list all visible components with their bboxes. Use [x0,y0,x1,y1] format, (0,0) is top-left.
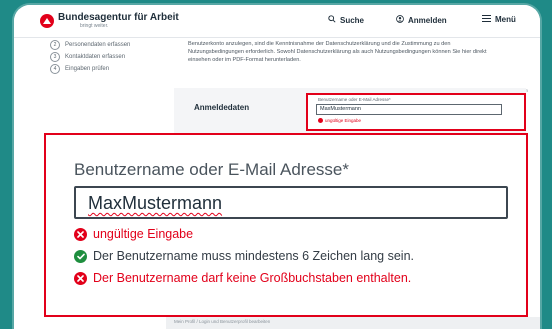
error-x-icon [74,227,87,241]
brand-claim: bringt weiter. [80,23,109,29]
check-icon [74,249,87,263]
error-icon [318,118,323,123]
top-navigation-bar: Bundesagentur für Arbeit bringt weiter. … [14,5,540,38]
username-input-small[interactable]: MaxMustermann [316,104,502,115]
step-review[interactable]: 4 Eingaben prüfen [50,63,130,74]
validation-message-invalid: ungültige Eingabe [74,227,193,241]
menu-button[interactable]: Menü [482,15,516,24]
step-label: Eingaben prüfen [65,65,110,72]
footer-text: Mein Profil / Login und Benutzerprofil b… [174,319,271,324]
screenshot-card: Bundesagentur für Arbeit bringt weiter. … [14,5,540,329]
step-number: 2 [50,39,60,50]
section-title: Anmeldedaten [194,103,250,112]
search-icon [328,15,336,25]
validation-text: Der Benutzername darf keine Großbuchstab… [93,271,412,285]
validation-text: ungültige Eingabe [93,227,194,241]
footer-strip: Mein Profil / Login und Benutzerprofil b… [166,317,540,329]
registration-stepper: 2 Personendaten erfassen 3 Kontaktdaten … [50,39,130,75]
user-icon [396,15,404,25]
step-contact-data[interactable]: 3 Kontaktdaten erfassen [50,51,130,62]
menu-label: Menü [495,15,516,24]
step-personal-data[interactable]: 2 Personendaten erfassen [50,39,130,50]
zoomed-field-callout: Benutzername oder E-Mail Adresse* MaxMus… [44,133,528,317]
brand-name: Bundesagentur für Arbeit [58,12,179,23]
hamburger-menu-icon [482,15,491,24]
username-field-label: Benutzername oder E-Mail Adresse* [74,160,349,179]
error-message-small: ungültige Eingabe [318,118,361,123]
validation-text: Der Benutzername muss mindestens 6 Zeich… [93,249,414,263]
error-text-small: ungültige Eingabe [325,118,362,123]
field-label-small: Benutzername oder E-Mail Adresse* [318,97,391,102]
step-label: Personendaten erfassen [65,41,131,48]
step-number: 3 [50,51,60,62]
username-input-value: MaxMustermann [88,193,223,213]
search-button[interactable]: Suche [328,15,364,25]
step-number: 4 [50,63,60,74]
highlighted-field-preview: Benutzername oder E-Mail Adresse* MaxMus… [306,93,526,131]
error-x-icon [74,271,87,285]
validation-message-min-length: Der Benutzername muss mindestens 6 Zeich… [74,249,414,263]
username-input[interactable]: MaxMustermann [74,186,508,219]
intro-text: Benutzerkonto anzulegen, sind die Kenntn… [188,41,487,63]
login-label: Anmelden [408,15,447,25]
login-button[interactable]: Anmelden [396,15,447,25]
search-label: Suche [340,15,365,25]
brand[interactable]: Bundesagentur für Arbeit bringt weiter. [58,13,179,29]
validation-message-no-uppercase: Der Benutzername darf keine Großbuchstab… [74,271,411,285]
ba-logo-icon[interactable] [40,14,54,28]
step-label: Kontaktdaten erfassen [65,53,126,60]
